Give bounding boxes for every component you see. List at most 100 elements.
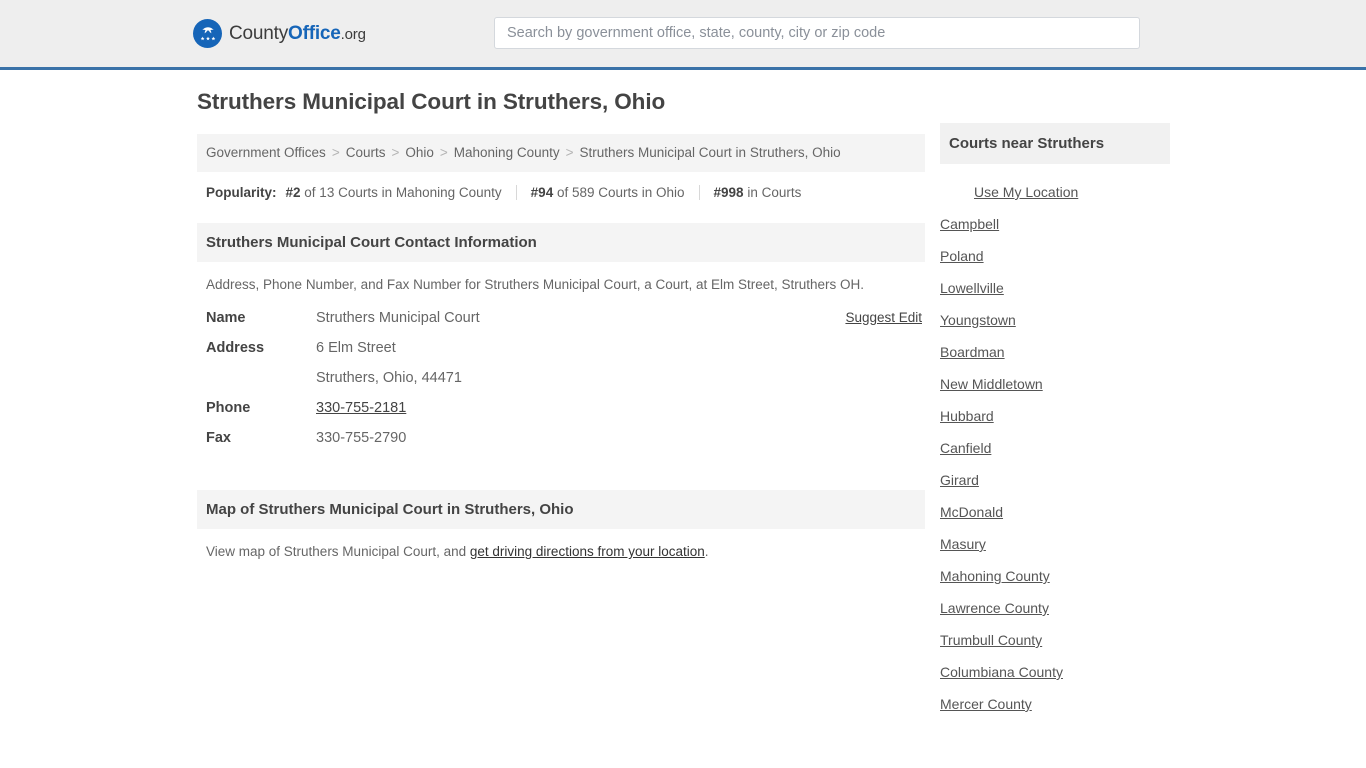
list-item: McDonald xyxy=(940,496,1170,528)
sidebar-item-lowellville[interactable]: Lowellville xyxy=(940,272,1004,304)
breadcrumb-item-mahoning-county[interactable]: Mahoning County xyxy=(454,145,560,160)
list-item: Girard xyxy=(940,464,1170,496)
breadcrumb-item-ohio[interactable]: Ohio xyxy=(405,145,434,160)
popularity-rank-overall: #998 xyxy=(713,185,744,200)
sidebar-item-youngstown[interactable]: Youngstown xyxy=(940,304,1016,336)
popularity-bar: Popularity: #2 of 13 Courts in Mahoning … xyxy=(197,172,925,211)
search-input[interactable] xyxy=(494,17,1140,49)
map-description-suffix: . xyxy=(704,544,709,559)
contact-section-heading: Struthers Municipal Court Contact Inform… xyxy=(197,223,925,262)
table-row: Name Struthers Municipal Court Suggest E… xyxy=(197,303,925,333)
list-item: Campbell xyxy=(940,208,1170,240)
sidebar-item-new-middletown[interactable]: New Middletown xyxy=(940,368,1043,400)
row-action-empty xyxy=(726,393,925,423)
logo-text-org: .org xyxy=(340,25,366,43)
site-logo[interactable]: CountyOffice.org xyxy=(193,19,366,48)
list-item: Youngstown xyxy=(940,304,1170,336)
row-action-empty xyxy=(726,363,925,393)
popularity-stat-state: #94 of 589 Courts in Ohio xyxy=(531,185,685,200)
sidebar-item-poland[interactable]: Poland xyxy=(940,240,984,272)
breadcrumb-separator: > xyxy=(565,145,574,160)
suggest-edit-cell: Suggest Edit xyxy=(726,303,925,333)
breadcrumb: Government Offices > Courts > Ohio > Mahoning … xyxy=(197,134,925,172)
sidebar-item-mahoning-county[interactable]: Mahoning County xyxy=(940,560,1050,592)
logo-wordmark: CountyOffice.org xyxy=(229,23,366,45)
breadcrumb-item-current: Struthers Municipal Court in Struthers, … xyxy=(579,145,841,160)
sidebar-item-hubbard[interactable]: Hubbard xyxy=(940,400,994,432)
driving-directions-link[interactable]: get driving directions from your locatio… xyxy=(470,544,705,559)
list-item: Use My Location xyxy=(940,174,1170,208)
list-item: Masury xyxy=(940,528,1170,560)
table-row: Phone 330-755-2181 xyxy=(197,393,925,423)
row-value-address-line1: 6 Elm Street xyxy=(316,340,396,356)
sidebar-item-boardman[interactable]: Boardman xyxy=(940,336,1005,368)
table-row: Struthers, Ohio, 44471 xyxy=(197,363,925,393)
row-action-empty xyxy=(726,333,925,363)
sidebar-item-campbell[interactable]: Campbell xyxy=(940,208,999,240)
table-row: Address 6 Elm Street xyxy=(197,333,925,363)
list-item: Trumbull County xyxy=(940,624,1170,656)
sidebar-heading: Courts near Struthers xyxy=(940,123,1170,164)
main-content: Struthers Municipal Court in Struthers, … xyxy=(197,89,925,559)
row-key-address: Address xyxy=(206,340,265,356)
contact-info-table: Name Struthers Municipal Court Suggest E… xyxy=(197,303,925,453)
list-item: Lawrence County xyxy=(940,592,1170,624)
suggest-edit-link[interactable]: Suggest Edit xyxy=(845,310,922,325)
logo-text-office: Office xyxy=(288,22,341,44)
list-item: Canfield xyxy=(940,432,1170,464)
row-value-name: Struthers Municipal Court xyxy=(316,310,480,326)
sidebar-item-mcdonald[interactable]: McDonald xyxy=(940,496,1003,528)
sidebar-item-girard[interactable]: Girard xyxy=(940,464,979,496)
list-item: Boardman xyxy=(940,336,1170,368)
breadcrumb-separator: > xyxy=(439,145,448,160)
list-item: Poland xyxy=(940,240,1170,272)
popularity-rank-state: #94 xyxy=(530,185,554,200)
breadcrumb-separator: > xyxy=(331,145,340,160)
row-value-address-line2: Struthers, Ohio, 44471 xyxy=(316,370,462,386)
row-value-phone-cell: 330-755-2181 xyxy=(316,393,726,423)
popularity-stat-county: #2 of 13 Courts in Mahoning County xyxy=(286,185,502,200)
row-value-fax: 330-755-2790 xyxy=(316,430,407,446)
popularity-detail-county: of 13 Courts in Mahoning County xyxy=(300,185,502,200)
use-my-location-link[interactable]: Use My Location xyxy=(974,174,1078,208)
list-item: Columbiana County xyxy=(940,656,1170,688)
contact-section-description: Address, Phone Number, and Fax Number fo… xyxy=(206,277,865,292)
eagle-shield-icon xyxy=(193,19,222,48)
map-section-description: View map of Struthers Municipal Court, a… xyxy=(197,529,925,559)
sidebar-item-mercer-county[interactable]: Mercer County xyxy=(940,688,1032,720)
breadcrumb-item-government-offices[interactable]: Government Offices xyxy=(206,145,326,160)
phone-link[interactable]: 330-755-2181 xyxy=(316,400,406,416)
popularity-label: Popularity: xyxy=(206,185,277,200)
row-key-blank xyxy=(197,363,316,393)
map-section-heading: Map of Struthers Municipal Court in Stru… xyxy=(197,490,925,529)
list-item: New Middletown xyxy=(940,368,1170,400)
popularity-divider xyxy=(515,185,517,200)
breadcrumb-separator: > xyxy=(391,145,400,160)
sidebar-item-trumbull-county[interactable]: Trumbull County xyxy=(940,624,1042,656)
list-item: Mahoning County xyxy=(940,560,1170,592)
list-item: Mercer County xyxy=(940,688,1170,720)
search-container xyxy=(494,17,1140,49)
list-item: Hubbard xyxy=(940,400,1170,432)
breadcrumb-item-courts[interactable]: Courts xyxy=(346,145,386,160)
row-key-phone: Phone xyxy=(206,400,251,416)
sidebar-item-columbiana-county[interactable]: Columbiana County xyxy=(940,656,1063,688)
sidebar: Courts near Struthers Use My Location Ca… xyxy=(940,123,1170,720)
popularity-rank-county: #2 xyxy=(285,185,301,200)
sidebar-item-lawrence-county[interactable]: Lawrence County xyxy=(940,592,1049,624)
popularity-stat-overall: #998 in Courts xyxy=(714,185,802,200)
popularity-detail-overall: in Courts xyxy=(743,185,802,200)
sidebar-item-canfield[interactable]: Canfield xyxy=(940,432,991,464)
popularity-detail-state: of 589 Courts in Ohio xyxy=(553,185,685,200)
map-description-prefix: View map of Struthers Municipal Court, a… xyxy=(206,544,470,559)
site-header: CountyOffice.org xyxy=(0,0,1366,70)
sidebar-list: Use My Location Campbell Poland Lowellvi… xyxy=(940,164,1170,720)
popularity-divider xyxy=(698,185,700,200)
page-title: Struthers Municipal Court in Struthers, … xyxy=(197,89,666,114)
page-body: Struthers Municipal Court in Struthers, … xyxy=(0,70,1366,712)
logo-text-county: County xyxy=(229,22,289,44)
sidebar-item-masury[interactable]: Masury xyxy=(940,528,986,560)
table-row: Fax 330-755-2790 xyxy=(197,423,925,453)
row-key-fax: Fax xyxy=(206,430,231,446)
list-item: Lowellville xyxy=(940,272,1170,304)
